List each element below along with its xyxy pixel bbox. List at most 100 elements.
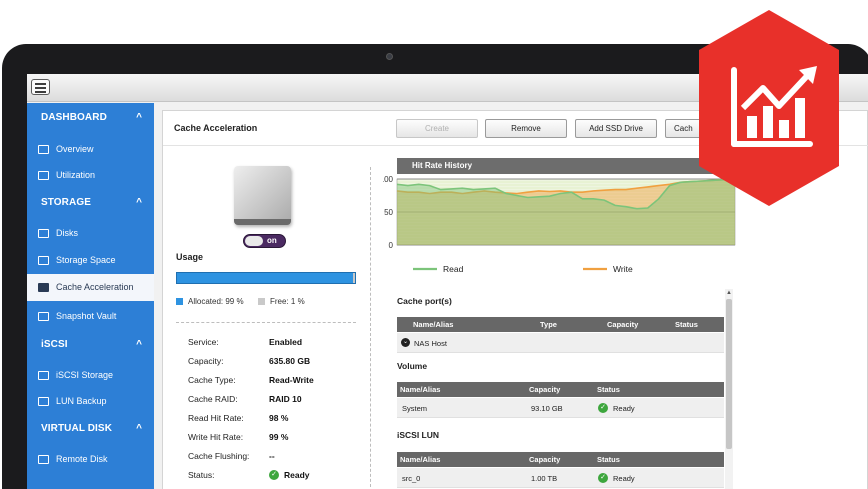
sidebar-item-lun-backup[interactable]: LUN Backup	[27, 388, 154, 415]
chart-header: Hit Rate History	[397, 158, 735, 174]
table-cell: Ready	[613, 474, 635, 483]
table-header: Name/Alias Type Capacity Status	[397, 317, 724, 332]
section-title: STORAGE	[41, 197, 91, 208]
iscsi-lun-title: iSCSI LUN	[397, 430, 440, 440]
column-header: Name/Alias	[400, 455, 441, 464]
y-tick-label: 50	[384, 208, 393, 217]
sidebar-item-cache-acceleration[interactable]: Cache Acceleration	[27, 274, 154, 301]
sidebar-item-storage-space[interactable]: Storage Space	[27, 247, 154, 274]
info-value: Ready	[284, 470, 310, 480]
chevron-up-icon[interactable]: ^	[136, 423, 142, 434]
add-ssd-drive-button[interactable]: Add SSD Drive	[575, 119, 657, 138]
ssd-drive-icon	[234, 166, 291, 225]
expand-icon[interactable]: ⌄	[401, 338, 410, 347]
chart-title: Hit Rate History	[412, 161, 473, 170]
snapshot-icon	[38, 312, 49, 321]
allocated-legend-swatch	[176, 298, 183, 305]
table-row[interactable]: System 93.10 GB ✓ Ready	[397, 398, 724, 418]
sidebar-item-disks[interactable]: Disks	[27, 220, 154, 247]
sidebar-item-label: iSCSI Storage	[56, 370, 114, 380]
info-key: Status:	[188, 470, 215, 480]
section-title: VIRTUAL DISK	[41, 423, 113, 434]
info-key: Service:	[188, 337, 219, 347]
sidebar-section-iscsi[interactable]: iSCSI ^	[27, 332, 154, 360]
sidebar-item-label: Cache Acceleration	[56, 282, 134, 292]
column-divider	[370, 167, 371, 489]
table-cell: src_0	[402, 474, 421, 483]
storage-space-icon	[38, 256, 49, 265]
menu-icon[interactable]	[31, 79, 50, 95]
usage-label: Usage	[176, 252, 204, 262]
info-value: Enabled	[269, 337, 303, 347]
info-value: 98 %	[269, 413, 289, 423]
sidebar-item-label: Remote Disk	[56, 454, 108, 464]
table-row[interactable]: ⌄ NAS Host	[397, 333, 724, 353]
sidebar-item-snapshot-vault[interactable]: Snapshot Vault	[27, 303, 154, 330]
column-header: Status	[675, 320, 698, 329]
info-value: Read-Write	[269, 375, 314, 385]
usage-progress-bar	[176, 272, 356, 284]
table-row[interactable]: src_0 1.00 TB ✓ Ready	[397, 468, 724, 488]
column-header: Name/Alias	[413, 320, 454, 329]
info-value: RAID 10	[269, 394, 302, 404]
iscsi-icon	[38, 371, 49, 380]
backup-icon	[38, 397, 49, 406]
info-key: Cache Type:	[188, 375, 236, 385]
column-header: Name/Alias	[400, 385, 441, 394]
table-cell: System	[402, 404, 428, 413]
info-value: 99 %	[269, 432, 289, 442]
toggle-label: on	[267, 236, 277, 245]
sidebar-item-remote-disk[interactable]: Remote Disk	[27, 446, 154, 473]
info-key: Read Hit Rate:	[188, 413, 244, 423]
info-key: Cache Flushing:	[188, 451, 250, 461]
info-value: --	[269, 451, 275, 461]
free-legend-swatch	[258, 298, 265, 305]
remove-button[interactable]: Remove	[485, 119, 567, 138]
scrollbar[interactable]: ▲ ▼	[725, 289, 733, 489]
scroll-up-icon[interactable]: ▲	[726, 290, 732, 296]
overview-icon	[38, 145, 49, 154]
divider	[176, 322, 356, 323]
column-header: Type	[540, 320, 557, 329]
check-icon: ✓	[598, 403, 608, 413]
sidebar-item-label: Utilization	[56, 170, 96, 180]
chevron-up-icon[interactable]: ^	[136, 197, 142, 208]
sidebar-item-iscsi-storage[interactable]: iSCSI Storage	[27, 362, 154, 389]
allocated-legend: Allocated: 99 %	[188, 297, 244, 306]
table-cell: Ready	[613, 404, 635, 413]
volume-title: Volume	[397, 361, 428, 371]
cache-toggle[interactable]: on	[243, 234, 286, 248]
sidebar-item-utilization[interactable]: Utilization	[27, 162, 154, 189]
sidebar-item-label: Snapshot Vault	[56, 311, 117, 321]
chevron-up-icon[interactable]: ^	[136, 112, 142, 123]
stage: DASHBOARD ^ Overview Utilization STORAGE…	[0, 0, 868, 489]
sidebar-item-overview[interactable]: Overview	[27, 136, 154, 163]
page-title: Cache Acceleration	[174, 123, 258, 133]
hit-rate-chart: 100 50 0 Read Write	[383, 175, 736, 274]
column-header: Capacity	[607, 320, 639, 329]
sidebar-item-label: Disks	[56, 228, 78, 238]
info-value: 635.80 GB	[269, 356, 311, 366]
y-tick-label: 0	[389, 241, 394, 250]
sidebar-item-label: LUN Backup	[56, 396, 107, 406]
legend-label: Write	[613, 264, 633, 274]
sidebar-item-label: Overview	[56, 144, 94, 154]
table-header: Name/Alias Capacity Status	[397, 382, 724, 397]
check-icon: ✓	[598, 473, 608, 483]
scrollbar-thumb[interactable]	[726, 299, 732, 449]
camera	[386, 53, 393, 60]
sidebar-section-virtual-disk[interactable]: VIRTUAL DISK ^	[27, 416, 154, 444]
legend-label: Read	[443, 264, 464, 274]
create-button[interactable]: Create	[396, 119, 478, 138]
sidebar-section-dashboard[interactable]: DASHBOARD ^	[27, 105, 154, 133]
sidebar-section-storage[interactable]: STORAGE ^	[27, 190, 154, 218]
disk-icon	[38, 229, 49, 238]
sidebar-item-label: Storage Space	[56, 255, 116, 265]
y-tick-label: 100	[383, 175, 394, 184]
info-key: Capacity:	[188, 356, 224, 366]
info-key: Write Hit Rate:	[188, 432, 244, 442]
section-title: DASHBOARD	[41, 112, 107, 123]
chevron-up-icon[interactable]: ^	[136, 339, 142, 350]
table-cell: 1.00 TB	[531, 474, 558, 483]
cache-icon	[38, 283, 49, 292]
